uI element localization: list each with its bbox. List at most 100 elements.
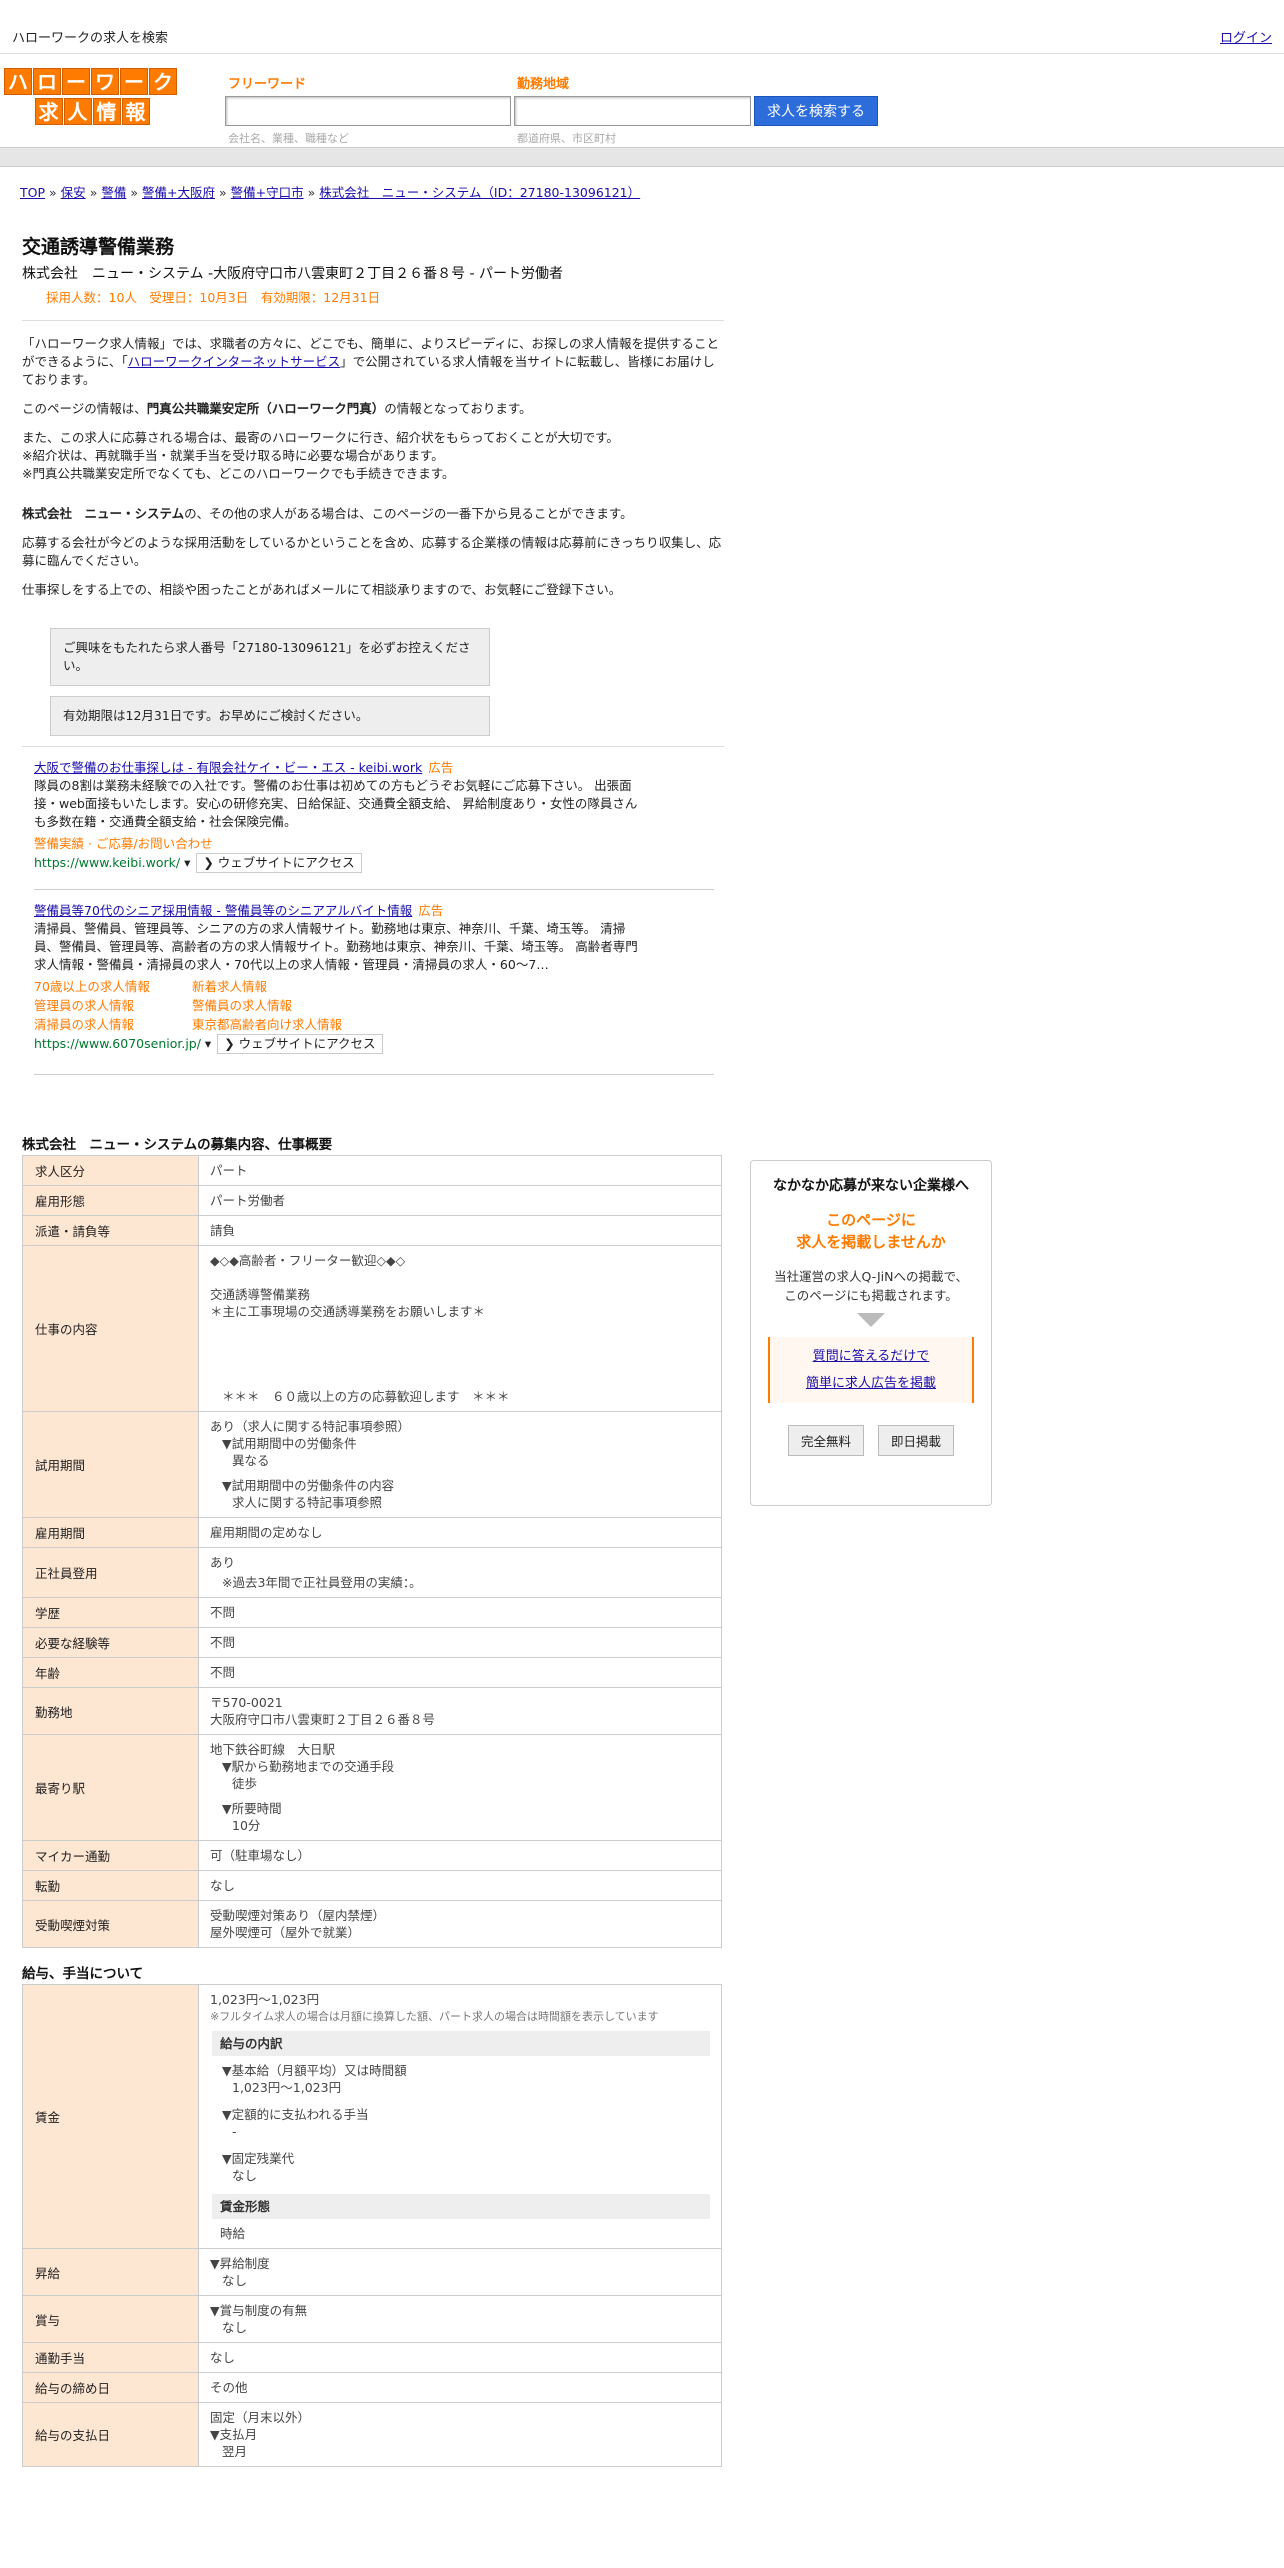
advice-paragraph: 応募する会社が今どのような採用活動をしているかということを含め、応募する企業様の… xyxy=(22,535,722,568)
row-header: 勤務地 xyxy=(22,1687,199,1735)
search-button[interactable]: 求人を検索する xyxy=(754,96,878,126)
work-line: ＊主に工事現場の交通誘導業務をお願いします＊ xyxy=(210,1304,486,1319)
area-label: 勤務地域 xyxy=(517,77,570,92)
same-day-badge-button[interactable]: 即日掲載 xyxy=(878,1425,955,1456)
work-line: ◆◇◆高齢者・フリーター歓迎◇◆◇ xyxy=(210,1253,406,1268)
raise-line: なし xyxy=(222,2273,248,2288)
row-header: 雇用期間 xyxy=(22,1517,199,1548)
employer-promo-box: なかなか応募が来ない企業様へ このページに 求人を掲載しませんか 当社運営の求人… xyxy=(750,1160,992,1506)
salary-section-title: 給与、手当について xyxy=(22,1966,144,1982)
top-bar: ハローワークの求人を検索 ログイン xyxy=(0,0,1284,54)
ad-label: 広告 xyxy=(418,903,444,918)
row-header: 最寄り駅 xyxy=(22,1734,199,1841)
logo-char: 人 xyxy=(63,98,92,125)
breadcrumb-link[interactable]: 警備+守口市 xyxy=(231,185,304,200)
logo-char: ク xyxy=(149,68,177,95)
promo-headline: このページに 求人を掲載しませんか xyxy=(751,1209,991,1253)
row-value: あり ※過去3年間で正社員登用の実績：。 xyxy=(198,1547,722,1598)
intro-paragraph: 「ハローワーク求人情報」では、求職者の方々に、どこでも、簡単に、よりスピーディに… xyxy=(22,335,724,389)
breadcrumb-separator: » xyxy=(130,185,139,200)
dropdown-caret-icon[interactable]: ▾ xyxy=(180,855,190,870)
table-row: 年齢 不問 xyxy=(22,1657,722,1688)
row-header: 賞与 xyxy=(22,2295,199,2343)
header-divider xyxy=(0,147,1284,167)
row-header: 通勤手当 xyxy=(22,2342,199,2373)
hellowork-logo[interactable]: ハ ロ ー ワ ー ク 求 人 情 報 xyxy=(4,68,180,126)
referral-note: ※紹介状は、再就職手当・就業手当を受け取る時に必要な場合があります。 xyxy=(22,448,444,463)
ad-url[interactable]: https://www.6070senior.jp/ xyxy=(34,1036,201,1051)
ad-sitelink[interactable]: 警備実績 · ご応募/お問い合わせ xyxy=(34,835,714,853)
table-row: 正社員登用 あり ※過去3年間で正社員登用の実績：。 xyxy=(22,1547,722,1598)
source-text: の情報となっております。 xyxy=(384,401,532,416)
row-value: パート xyxy=(198,1155,722,1186)
row-value: 不問 xyxy=(198,1597,722,1628)
job-title: 交通誘導警備業務 xyxy=(22,236,175,258)
pay-line: ▼支払月 xyxy=(210,2427,258,2442)
ad-sitelink[interactable]: 新着求人情報 xyxy=(192,978,352,996)
breadcrumb-link[interactable]: 株式会社 ニュー・システム（ID：27180-13096121） xyxy=(319,185,640,200)
table-row: 派遣・請負等 請負 xyxy=(22,1215,722,1246)
visit-website-button[interactable]: ❯ ウェブサイトにアクセス xyxy=(217,1034,383,1054)
breadcrumb-separator: » xyxy=(89,185,98,200)
promo-links: 質問に答えるだけで 簡単に求人広告を掲載 xyxy=(768,1337,974,1403)
table-row: 昇給 ▼昇給制度 なし xyxy=(22,2248,722,2296)
ad-sitelink[interactable]: 警備員の求人情報 xyxy=(192,997,352,1015)
salary-table: 賃金 1,023円〜1,023円 ※フルタイム求人の場合は月額に換算した額、パー… xyxy=(22,1984,722,2467)
station-line: 10分 xyxy=(232,1818,261,1833)
divider xyxy=(22,320,724,321)
trial-line: 求人に関する特記事項参照 xyxy=(232,1495,383,1510)
breadcrumb-link[interactable]: 警備 xyxy=(101,185,126,200)
breadcrumb-link[interactable]: TOP xyxy=(20,185,45,200)
ad-sitelink[interactable]: 清掃員の求人情報 xyxy=(34,1016,192,1034)
row-header: 派遣・請負等 xyxy=(22,1215,199,1246)
promo-link[interactable]: 質問に答えるだけで xyxy=(813,1349,930,1364)
row-value: 請負 xyxy=(198,1215,722,1246)
breadcrumb-link[interactable]: 警備+大阪府 xyxy=(142,185,215,200)
breakdown-line: なし xyxy=(232,2168,258,2183)
row-header: 給与の締め日 xyxy=(22,2372,199,2403)
row-header: 必要な経験等 xyxy=(22,1627,199,1658)
hellowork-internet-link[interactable]: ハローワークインターネットサービス xyxy=(128,354,341,369)
consult-paragraph: 仕事探しをする上での、相談や困ったことがあればメールにて相談承りますので、お気軽… xyxy=(22,582,622,597)
table-row: 通勤手当 なし xyxy=(22,2342,722,2373)
ad-title-link[interactable]: 警備員等70代のシニア採用情報 - 警備員等のシニアアルバイト情報 xyxy=(34,903,412,918)
row-header: マイカー通勤 xyxy=(22,1840,199,1871)
station-line: ▼駅から勤務地までの交通手段 xyxy=(222,1759,395,1774)
site-title: ハローワークの求人を検索 xyxy=(12,31,169,46)
referral-text: また、この求人に応募される場合は、最寄のハローワークに行き、紹介状をもらっておく… xyxy=(22,430,619,445)
row-value: 可（駐車場なし） xyxy=(198,1840,722,1871)
recruit-section-title: 株式会社 ニュー・システムの募集内容、仕事概要 xyxy=(22,1137,333,1153)
keyword-input[interactable] xyxy=(225,96,511,126)
logo-row-1: ハ ロ ー ワ ー ク xyxy=(4,68,180,95)
row-value: 1,023円〜1,023円 ※フルタイム求人の場合は月額に換算した額、パート求人… xyxy=(198,1984,722,2249)
breakdown-line: 1,023円〜1,023円 xyxy=(232,2080,342,2095)
ad-sitelink[interactable]: 東京都高齢者向け求人情報 xyxy=(192,1016,352,1034)
free-badge-button[interactable]: 完全無料 xyxy=(787,1425,864,1456)
row-value: 地下鉄谷町線 大日駅 ▼駅から勤務地までの交通手段 徒歩 ▼所要時間 10分 xyxy=(198,1734,722,1841)
station-line: 徒歩 xyxy=(232,1776,258,1791)
login-link[interactable]: ログイン xyxy=(1220,27,1272,46)
logo-char: ー xyxy=(120,68,148,95)
table-row: 試用期間 あり（求人に関する特記事項参照） ▼試用期間中の労働条件 異なる ▼試… xyxy=(22,1411,722,1518)
ad-sitelinks: 70歳以上の求人情報 新着求人情報 管理員の求人情報 警備員の求人情報 清掃員の… xyxy=(34,978,714,1034)
ad-sitelink[interactable]: 管理員の求人情報 xyxy=(34,997,192,1015)
ad-sitelink[interactable]: 70歳以上の求人情報 xyxy=(34,978,192,996)
wage-range: 1,023円〜1,023円 xyxy=(210,1992,320,2007)
row-value: 固定（月末以外） ▼支払月 翌月 xyxy=(198,2402,722,2467)
row-header: 給与の支払日 xyxy=(22,2402,199,2467)
table-row: 求人区分 パート xyxy=(22,1155,722,1186)
work-line: 交通誘導警備業務 xyxy=(210,1287,311,1302)
visit-website-button[interactable]: ❯ ウェブサイトにアクセス xyxy=(196,853,362,873)
ad-url[interactable]: https://www.keibi.work/ xyxy=(34,855,180,870)
dropdown-caret-icon[interactable]: ▾ xyxy=(201,1036,211,1051)
area-hint: 都道府県、市区町村 xyxy=(517,132,616,145)
place-line: 大阪府守口市八雲東町２丁目２６番８号 xyxy=(210,1712,436,1727)
logo-char: ロ xyxy=(33,68,61,95)
area-input[interactable] xyxy=(514,96,751,126)
promo-body-line: 当社運営の求人Q-JiNへの掲載で、 xyxy=(774,1269,968,1284)
breadcrumb-link[interactable]: 保安 xyxy=(61,185,86,200)
ad-title-link[interactable]: 大阪で警備のお仕事探しは - 有限会社ケイ・ビー・エス - keibi.work xyxy=(34,760,422,775)
promo-link[interactable]: 簡単に求人広告を掲載 xyxy=(806,1376,936,1391)
row-value: ▼賞与制度の有無 なし xyxy=(198,2295,722,2343)
main-content: 交通誘導警備業務 株式会社 ニュー・システム -大阪府守口市八雲東町２丁目２６番… xyxy=(22,232,724,2467)
